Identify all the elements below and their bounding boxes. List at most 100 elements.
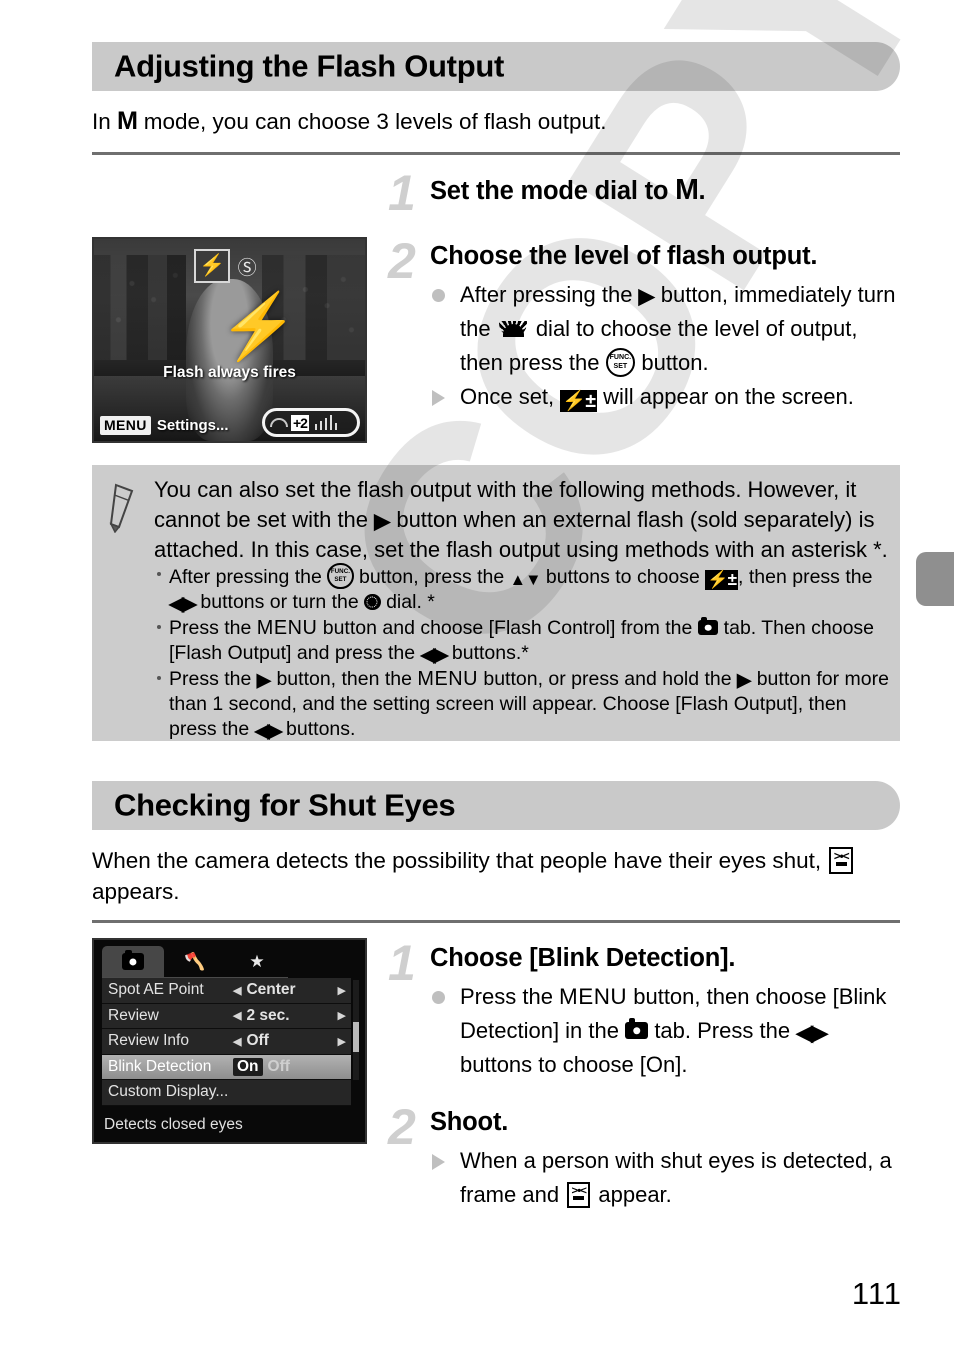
menu-footer-hint: Detects closed eyes xyxy=(104,1116,243,1133)
menu-row-value-text: Off xyxy=(246,1032,269,1050)
menu-settings-label: Settings... xyxy=(156,417,229,434)
flash-output-adjust-bar: +2 xyxy=(262,408,360,437)
note-b1-t4: , then press the xyxy=(738,565,873,588)
bullet-text-5: Once set, xyxy=(460,384,561,409)
left-arrow-icon: ◀ xyxy=(233,1035,242,1048)
photo-caption: Flash always fires xyxy=(163,364,296,382)
section-heading-flash-output: Adjusting the Flash Output xyxy=(92,42,900,91)
pencil-icon xyxy=(109,483,134,533)
intro-shut-eyes-after: appears. xyxy=(92,879,180,904)
bullet-text-4: button. xyxy=(635,350,709,375)
bullet-text-1: After pressing the xyxy=(460,282,639,307)
intro-shut-eyes-before: When the camera detects the possibility … xyxy=(92,848,828,873)
note-b3-t5: buttons. xyxy=(280,718,356,741)
bullet-press-menu-choose-blink: Press the MENU button, then choose [Blin… xyxy=(430,980,900,1082)
step-body-choose-blink-detection: Press the MENU button, then choose [Blin… xyxy=(430,980,900,1082)
note-bullet-list: After pressing the FUNC. SET button, pres… xyxy=(154,563,896,743)
intro-flash-output-before: In xyxy=(92,109,118,134)
intro-shut-eyes: When the camera detects the possibility … xyxy=(92,845,904,907)
section-heading-flash-output-text: Adjusting the Flash Output xyxy=(114,47,504,83)
note-b2-t4: buttons.* xyxy=(446,642,529,665)
bullet-shut-eyes-detected: When a person with shut eyes is detected… xyxy=(430,1144,900,1212)
step-number-1: 1 xyxy=(388,935,416,991)
blink-detection-on-option[interactable]: On xyxy=(233,1057,263,1076)
note-bullet-func-set-method: After pressing the FUNC. SET button, pres… xyxy=(154,563,896,615)
section-heading-shut-eyes: Checking for Shut Eyes xyxy=(92,781,900,830)
menu-scrollbar[interactable] xyxy=(353,980,359,1080)
flash-on-icon: ⚡ xyxy=(194,249,231,284)
page-number: 111 xyxy=(851,1276,902,1311)
note-b3-t2: button, then the xyxy=(271,668,418,691)
bullet-text-6: will appear on the screen. xyxy=(597,384,854,409)
note-b1-t2: button, press the xyxy=(353,565,510,588)
section-heading-shut-eyes-text: Checking for Shut Eyes xyxy=(114,786,456,822)
menu-row-spot-ae-point[interactable]: Spot AE Point ◀ Center ▶ xyxy=(102,978,351,1004)
menu-scrollbar-thumb[interactable] xyxy=(353,1022,359,1052)
menu-row-custom-display[interactable]: Custom Display... xyxy=(102,1080,351,1106)
menu-row-value: ◀ 2 sec. xyxy=(233,1007,290,1025)
step-title-text-before: Set the mode dial to xyxy=(430,177,676,205)
menu-tab-settings[interactable]: 🪓 xyxy=(164,946,226,978)
camera-photo-screenshot: ⚡ Ⓢ ⚡ Flash always fires MENU Settings..… xyxy=(92,237,367,443)
menu-row-label: Review Info xyxy=(108,1032,189,1050)
menu-tab-favorites[interactable]: ★ xyxy=(226,946,288,978)
note-b2-t2: button and choose [Flash Control] from t… xyxy=(317,617,698,640)
large-flash-overlay-icon: ⚡ xyxy=(218,289,299,362)
camera-tab-icon xyxy=(697,616,719,636)
menu-button-icon: MENU xyxy=(559,984,628,1009)
menu-button-icon: MENU xyxy=(417,668,478,691)
blink-b1-t3: tab. Press the xyxy=(648,1018,797,1043)
menu-row-value: ◀ Off xyxy=(233,1032,269,1050)
step-title-text-after: . xyxy=(698,177,706,205)
camera-tab-icon xyxy=(625,1018,649,1040)
note-bullet-menu-flash-control: Press the MENU button and choose [Flash … xyxy=(154,616,896,666)
camera-menu-screenshot: 🪓 ★ Spot AE Point ◀ Center ▶ Review ◀ 2 … xyxy=(92,938,367,1144)
photo-menu-hint: MENU Settings... xyxy=(100,416,229,435)
menu-button-icon: MENU xyxy=(256,617,318,640)
left-right-buttons-icon: ◀▶ xyxy=(796,1020,828,1045)
menu-row-value: On Off xyxy=(233,1057,290,1076)
menu-row-label: Custom Display... xyxy=(108,1083,229,1101)
note-b3-t3: button, or press and hold the xyxy=(477,668,738,691)
step-number-1: 1 xyxy=(388,165,416,221)
note-bullet-marker xyxy=(157,625,161,630)
right-button-icon: ▶ xyxy=(737,669,752,691)
blink-b2-t2: appear. xyxy=(592,1182,672,1207)
note-b2-t1: Press the xyxy=(169,617,257,640)
note-bullet-hold-right-button: Press the ▶ button, then the MENU button… xyxy=(154,667,896,742)
left-right-buttons-icon: ◀▶ xyxy=(254,720,283,743)
note-b1-t1: After pressing the xyxy=(169,565,328,588)
menu-chip-label: MENU xyxy=(100,416,151,435)
bullet-dot-marker xyxy=(432,991,445,1004)
note-b3-t1: Press the xyxy=(169,668,257,691)
menu-tab-camera[interactable] xyxy=(102,946,164,978)
menu-row-value-text: 2 sec. xyxy=(246,1006,290,1024)
right-arrow-icon: ▶ xyxy=(337,1035,346,1048)
bullet-press-right-turn-dial: After pressing the ▶ button, immediately… xyxy=(430,278,900,380)
menu-row-review[interactable]: Review ◀ 2 sec. ▶ xyxy=(102,1003,351,1029)
divider-rule-bottom xyxy=(92,920,900,923)
blink-detection-off-option[interactable]: Off xyxy=(268,1058,290,1076)
manual-page: Adjusting the Flash Output In M mode, yo… xyxy=(0,0,954,1345)
step-number-2: 2 xyxy=(388,233,416,289)
left-right-buttons-icon: ◀▶ xyxy=(420,644,448,667)
blink-detection-icon: >•< xyxy=(567,1181,591,1208)
bullet-triangle-marker xyxy=(432,390,445,406)
left-right-buttons-icon: ◀▶ xyxy=(169,593,197,616)
note-b1-t6: dial. * xyxy=(380,591,435,614)
menu-row-label: Spot AE Point xyxy=(108,981,204,999)
blink-b1-t4: buttons to choose [On]. xyxy=(460,1052,688,1077)
step-number-2: 2 xyxy=(388,1099,416,1155)
step-body-choose-flash-level: After pressing the ▶ button, immediately… xyxy=(430,278,900,414)
func-set-icon: FUNC. SET xyxy=(605,347,636,378)
menu-row-blink-detection[interactable]: Blink Detection On Off xyxy=(102,1054,351,1080)
bar-control-dial-icon xyxy=(270,418,288,427)
step-body-shoot: When a person with shut eyes is detected… xyxy=(430,1144,900,1212)
dial-icon xyxy=(364,593,381,611)
menu-screen: 🪓 ★ Spot AE Point ◀ Center ▶ Review ◀ 2 … xyxy=(94,940,365,1142)
menu-row-review-info[interactable]: Review Info ◀ Off ▶ xyxy=(102,1029,351,1055)
left-arrow-icon: ◀ xyxy=(233,984,242,997)
flash-exposure-icon: ⚡± xyxy=(705,569,739,591)
right-button-icon: ▶ xyxy=(374,510,391,533)
menu-row-value: ◀ Center xyxy=(233,981,296,999)
